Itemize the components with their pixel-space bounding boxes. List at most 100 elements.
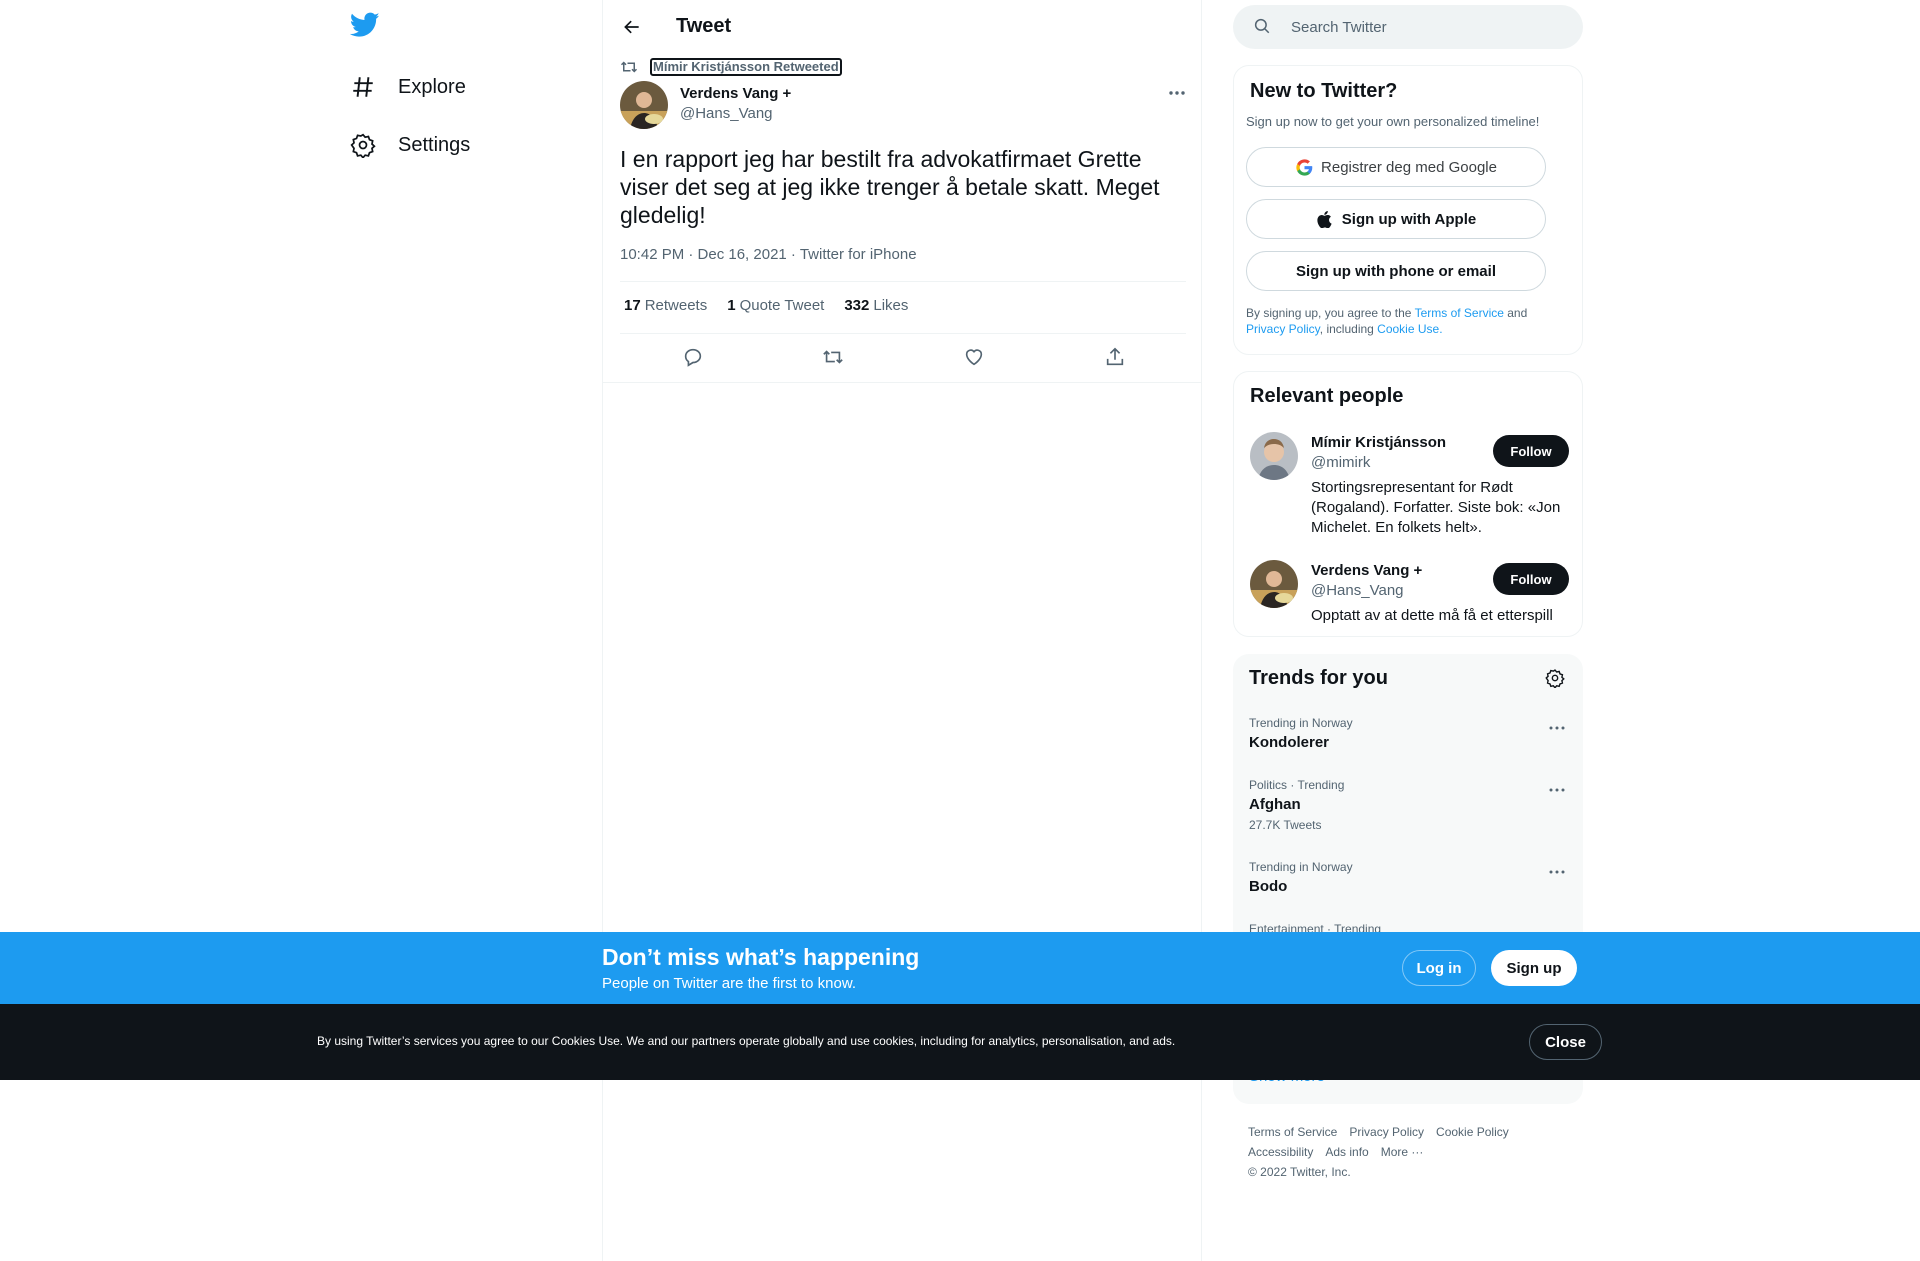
follow-button[interactable]: Follow xyxy=(1493,435,1569,467)
copyright: © 2022 Twitter, Inc. xyxy=(1248,1165,1351,1179)
card-title: Trends for you xyxy=(1249,667,1388,689)
banner-title: Don’t miss what’s happening xyxy=(602,944,920,970)
card-title: Relevant people xyxy=(1250,385,1404,407)
tweet-text: I en rapport jeg har bestilt fra advokat… xyxy=(620,146,1160,228)
phone-email-signup-label: Sign up with phone or email xyxy=(1295,262,1496,280)
retweets-stat[interactable]: 17 Retweets xyxy=(624,297,707,314)
more-options-icon[interactable] xyxy=(1165,83,1189,103)
person-bio: Opptatt av at dette må få et etterspill xyxy=(1311,607,1553,624)
person-handle[interactable]: @Hans_Vang xyxy=(1311,582,1404,599)
person-name[interactable]: Mímir Kristjánsson xyxy=(1311,434,1446,451)
quote-tweets-label: Quote Tweet xyxy=(739,297,825,314)
footer-more-link[interactable]: More ··· xyxy=(1381,1145,1424,1159)
divider xyxy=(620,333,1186,334)
signup-banner: Don’t miss what’s happening People on Tw… xyxy=(0,932,1920,1004)
legal-prefix: By signing up, you agree to the xyxy=(1246,306,1415,320)
reply-icon[interactable] xyxy=(681,345,705,369)
likes-stat[interactable]: 332 Likes xyxy=(844,297,908,314)
trend-name: Afghan xyxy=(1249,796,1301,813)
trend-name: Bodo xyxy=(1249,878,1288,895)
nav-explore[interactable]: Explore xyxy=(348,63,466,111)
likes-count: 332 xyxy=(844,297,870,314)
author-avatar[interactable] xyxy=(620,81,668,129)
trend-item[interactable]: Trending in Norway Kondolerer xyxy=(1249,716,1569,751)
footer-link[interactable]: Cookie Policy xyxy=(1436,1125,1509,1139)
footer-link[interactable]: Terms of Service xyxy=(1248,1125,1337,1139)
tweet-timestamp[interactable]: 10:42 PM · Dec 16, 2021 · Twitter for iP… xyxy=(620,246,917,263)
divider xyxy=(603,382,1201,383)
footer-link[interactable]: Accessibility xyxy=(1248,1145,1313,1159)
more-options-icon[interactable] xyxy=(1545,862,1569,882)
footer-link[interactable]: Privacy Policy xyxy=(1349,1125,1424,1139)
divider xyxy=(620,281,1186,282)
google-icon xyxy=(1295,158,1313,176)
apple-signup-label: Sign up with Apple xyxy=(1341,210,1477,228)
retweets-label: Retweets xyxy=(644,297,708,314)
nav-explore-label: Explore xyxy=(398,75,466,98)
search-icon xyxy=(1253,17,1273,37)
signup-button[interactable]: Sign up xyxy=(1491,950,1577,986)
footer-row: Terms of Service Privacy Policy Cookie Pol… xyxy=(1248,1122,1568,1142)
quote-tweets-stat[interactable]: 1 Quote Tweet xyxy=(727,297,824,314)
retweet-small-icon xyxy=(620,58,638,76)
retweet-context: Mímir Kristjánsson Retweeted xyxy=(620,58,842,76)
follow-button[interactable]: Follow xyxy=(1493,563,1569,595)
trend-context: Trending in Norway xyxy=(1249,716,1353,730)
relevant-people-card: Relevant people Mímir Kristjánsson @mimi… xyxy=(1233,371,1583,637)
trend-item[interactable]: Politics · Trending Afghan 27.7K Tweets xyxy=(1249,778,1569,832)
trends-settings-icon[interactable] xyxy=(1545,668,1567,690)
tweet-stats: 17 Retweets 1 Quote Tweet 332 Likes xyxy=(624,297,928,314)
trend-context: Politics · Trending xyxy=(1249,778,1345,792)
google-signup-label: Registrer deg med Google xyxy=(1321,158,1497,176)
author-handle[interactable]: @Hans_Vang xyxy=(680,105,773,122)
person-name[interactable]: Verdens Vang + xyxy=(1311,562,1422,579)
terms-link[interactable]: Terms of Service xyxy=(1415,306,1504,320)
author-name[interactable]: Verdens Vang + xyxy=(680,85,791,102)
signup-legal-text: By signing up, you agree to the Terms of… xyxy=(1246,305,1556,337)
card-subtitle: Sign up now to get your own personalized… xyxy=(1246,114,1540,129)
quote-tweets-count: 1 xyxy=(727,297,736,314)
page-title: Tweet xyxy=(676,15,732,37)
gear-icon xyxy=(348,130,378,160)
more-options-icon[interactable] xyxy=(1545,780,1569,800)
retweets-count: 17 xyxy=(624,297,641,314)
retweeted-by-link[interactable]: Mímir Kristjánsson Retweeted xyxy=(650,58,842,76)
person-bio: Stortingsrepresentant for Rødt (Rogaland… xyxy=(1311,479,1561,536)
google-signup-button[interactable]: Registrer deg med Google xyxy=(1246,147,1546,187)
nav-settings[interactable]: Settings xyxy=(348,121,470,169)
nav-settings-label: Settings xyxy=(398,133,471,156)
new-to-twitter-card: New to Twitter? Sign up now to get your … xyxy=(1233,65,1583,355)
search-box[interactable]: Search Twitter xyxy=(1233,5,1583,49)
like-icon[interactable] xyxy=(962,345,986,369)
trend-item[interactable]: Trending in Norway Bodo xyxy=(1249,860,1569,895)
footer-link[interactable]: Ads info xyxy=(1325,1145,1368,1159)
avatar[interactable] xyxy=(1250,432,1298,480)
hashtag-icon xyxy=(348,72,378,102)
banner-subtitle: People on Twitter are the first to know. xyxy=(602,975,857,992)
card-title: New to Twitter? xyxy=(1250,80,1398,102)
legal-including: , including xyxy=(1319,322,1378,336)
share-icon[interactable] xyxy=(1103,345,1127,369)
cookie-use-link[interactable]: Cookie Use. xyxy=(1377,322,1442,336)
cookie-text: By using Twitter’s services you agree to… xyxy=(317,1034,1176,1048)
footer-row: Accessibility Ads info More ··· xyxy=(1248,1142,1568,1162)
avatar[interactable] xyxy=(1250,560,1298,608)
privacy-link[interactable]: Privacy Policy xyxy=(1246,322,1320,336)
trend-tweet-count: 27.7K Tweets xyxy=(1249,818,1322,832)
cookie-banner: By using Twitter’s services you agree to… xyxy=(0,1004,1920,1080)
more-options-icon[interactable] xyxy=(1545,718,1569,738)
person-handle[interactable]: @mimirk xyxy=(1311,454,1370,471)
apple-signup-button[interactable]: Sign up with Apple xyxy=(1246,199,1546,239)
legal-and: and xyxy=(1503,306,1528,320)
login-button[interactable]: Log in xyxy=(1402,950,1476,986)
tweet-actions xyxy=(603,342,1201,372)
trend-context: Trending in Norway xyxy=(1249,860,1353,874)
twitter-logo-icon[interactable] xyxy=(349,12,384,42)
phone-email-signup-button[interactable]: Sign up with phone or email xyxy=(1246,251,1546,291)
close-button[interactable]: Close xyxy=(1529,1024,1602,1060)
trend-name: Kondolerer xyxy=(1249,734,1330,751)
retweet-icon[interactable] xyxy=(821,345,845,369)
footer-links: Terms of Service Privacy Policy Cookie Pol… xyxy=(1248,1122,1568,1182)
search-input[interactable]: Search Twitter xyxy=(1291,19,1387,36)
back-arrow-icon[interactable] xyxy=(617,12,647,42)
